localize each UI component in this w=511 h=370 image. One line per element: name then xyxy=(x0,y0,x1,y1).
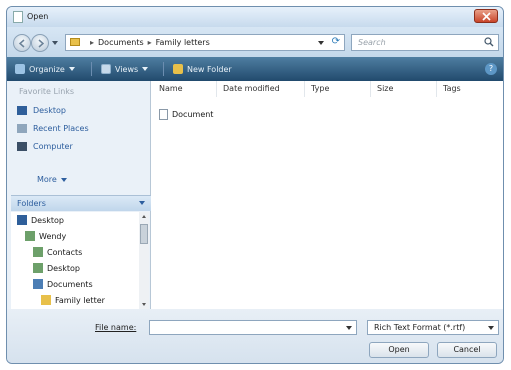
new-folder-button[interactable]: New Folder xyxy=(173,62,232,76)
tree-item-desktop[interactable]: Desktop xyxy=(17,213,64,227)
folders-label: Folders xyxy=(17,199,46,208)
favorite-links-title: Favorite Links xyxy=(19,87,75,96)
toolbar-divider xyxy=(91,62,92,76)
views-icon xyxy=(101,64,111,74)
more-button[interactable]: More xyxy=(37,175,67,184)
favorite-computer[interactable]: Computer xyxy=(17,139,73,153)
column-type[interactable]: Type xyxy=(305,81,371,97)
file-name-label: File name: xyxy=(95,323,137,332)
file-type-value: Rich Text Format (*.rtf) xyxy=(374,323,466,332)
command-bar: Organize Views New Folder ? xyxy=(7,57,503,81)
cancel-button[interactable]: Cancel xyxy=(437,342,497,358)
open-dialog: Open ▸ Documents ▸ Family letters ⟳ Search xyxy=(6,6,504,364)
file-list: Name Date modified Type Size Tags Docume… xyxy=(153,81,503,309)
toolbar-divider xyxy=(163,62,164,76)
scroll-up-icon[interactable] xyxy=(142,215,146,218)
navigation-pane: Favorite Links Desktop Recent Places Com… xyxy=(7,81,151,309)
tree-item-label: Desktop xyxy=(47,263,80,273)
search-placeholder: Search xyxy=(358,38,386,47)
computer-icon xyxy=(17,141,27,151)
search-icon[interactable] xyxy=(484,37,494,47)
organize-button[interactable]: Organize xyxy=(15,62,75,76)
address-bar-area: ▸ Documents ▸ Family letters ⟳ Search xyxy=(7,27,503,57)
tree-item-label: Desktop xyxy=(31,215,64,225)
window-title: Open xyxy=(27,12,49,21)
help-icon[interactable]: ? xyxy=(485,63,497,75)
bottom-panel: File name: Rich Text Format (*.rtf) Open… xyxy=(7,309,503,363)
folder-tree: Desktop Wendy Contacts Desktop Documents… xyxy=(11,212,139,309)
column-name[interactable]: Name xyxy=(153,81,217,97)
close-icon xyxy=(482,12,491,21)
address-box[interactable]: ▸ Documents ▸ Family letters ⟳ xyxy=(65,34,345,51)
new-folder-label: New Folder xyxy=(187,64,232,74)
tree-item-label: Contacts xyxy=(47,247,83,257)
tree-item-documents[interactable]: Documents xyxy=(33,277,93,291)
favorite-label: Desktop xyxy=(33,105,66,115)
column-date-modified[interactable]: Date modified xyxy=(217,81,305,97)
chevron-down-icon xyxy=(488,326,494,330)
open-button[interactable]: Open xyxy=(369,342,429,358)
column-size[interactable]: Size xyxy=(371,81,437,97)
views-label: Views xyxy=(115,64,139,74)
forward-button[interactable] xyxy=(31,34,49,52)
contacts-folder-icon xyxy=(33,247,43,257)
file-name: Document xyxy=(172,110,214,119)
breadcrumb-family-letters[interactable]: Family letters xyxy=(156,38,210,47)
back-icon xyxy=(18,39,25,48)
user-folder-icon xyxy=(25,231,35,241)
tree-item-label: Wendy xyxy=(39,231,67,241)
close-button[interactable] xyxy=(474,9,498,23)
main-content: Favorite Links Desktop Recent Places Com… xyxy=(7,81,503,309)
desktop-icon xyxy=(17,105,27,115)
organize-label: Organize xyxy=(29,64,65,74)
views-button[interactable]: Views xyxy=(101,62,149,76)
file-type-select[interactable]: Rich Text Format (*.rtf) xyxy=(367,320,499,335)
title-bar: Open xyxy=(7,7,503,27)
address-dropdown-icon[interactable] xyxy=(318,41,324,45)
more-label: More xyxy=(37,175,57,184)
recent-pages-dropdown[interactable] xyxy=(52,41,58,45)
chevron-down-icon xyxy=(139,201,145,205)
recent-places-icon xyxy=(17,123,27,133)
desktop-folder-icon xyxy=(33,263,43,273)
favorite-label: Computer xyxy=(33,141,73,151)
document-icon xyxy=(159,109,168,120)
favorite-recent-places[interactable]: Recent Places xyxy=(17,121,89,135)
documents-folder-icon xyxy=(33,279,43,289)
column-tags[interactable]: Tags xyxy=(437,81,503,97)
forward-icon xyxy=(38,39,45,48)
tree-item-label: Family letter xyxy=(55,295,105,305)
tree-item-desktop-sub[interactable]: Desktop xyxy=(33,261,80,275)
file-name-field[interactable] xyxy=(149,320,357,335)
refresh-icon[interactable]: ⟳ xyxy=(332,36,340,47)
tree-item-label: Documents xyxy=(47,279,93,289)
tree-item-contacts[interactable]: Contacts xyxy=(33,245,82,259)
chevron-down-icon xyxy=(68,67,75,71)
breadcrumb: ▸ Documents ▸ Family letters xyxy=(90,38,210,47)
chevron-down-icon[interactable] xyxy=(346,326,352,330)
breadcrumb-documents[interactable]: Documents xyxy=(98,38,144,47)
back-button[interactable] xyxy=(13,34,31,52)
desktop-icon xyxy=(17,215,27,225)
search-box[interactable]: Search xyxy=(351,34,499,51)
scrollbar-thumb[interactable] xyxy=(140,224,148,244)
scroll-down-icon[interactable] xyxy=(142,303,146,306)
tree-item-wendy[interactable]: Wendy xyxy=(25,229,66,243)
chevron-down-icon xyxy=(142,67,149,71)
folder-icon xyxy=(41,295,51,305)
favorite-label: Recent Places xyxy=(33,123,89,133)
favorite-desktop[interactable]: Desktop xyxy=(17,103,66,117)
document-icon xyxy=(13,11,23,23)
file-item[interactable]: Document xyxy=(159,109,213,120)
tree-scrollbar[interactable] xyxy=(139,212,149,309)
organize-icon xyxy=(15,64,25,74)
tree-item-family-letters[interactable]: Family letter xyxy=(41,293,105,307)
folder-icon xyxy=(70,38,80,46)
folders-header[interactable]: Folders xyxy=(11,195,151,211)
new-folder-icon xyxy=(173,64,183,74)
chevron-down-icon xyxy=(60,177,67,182)
